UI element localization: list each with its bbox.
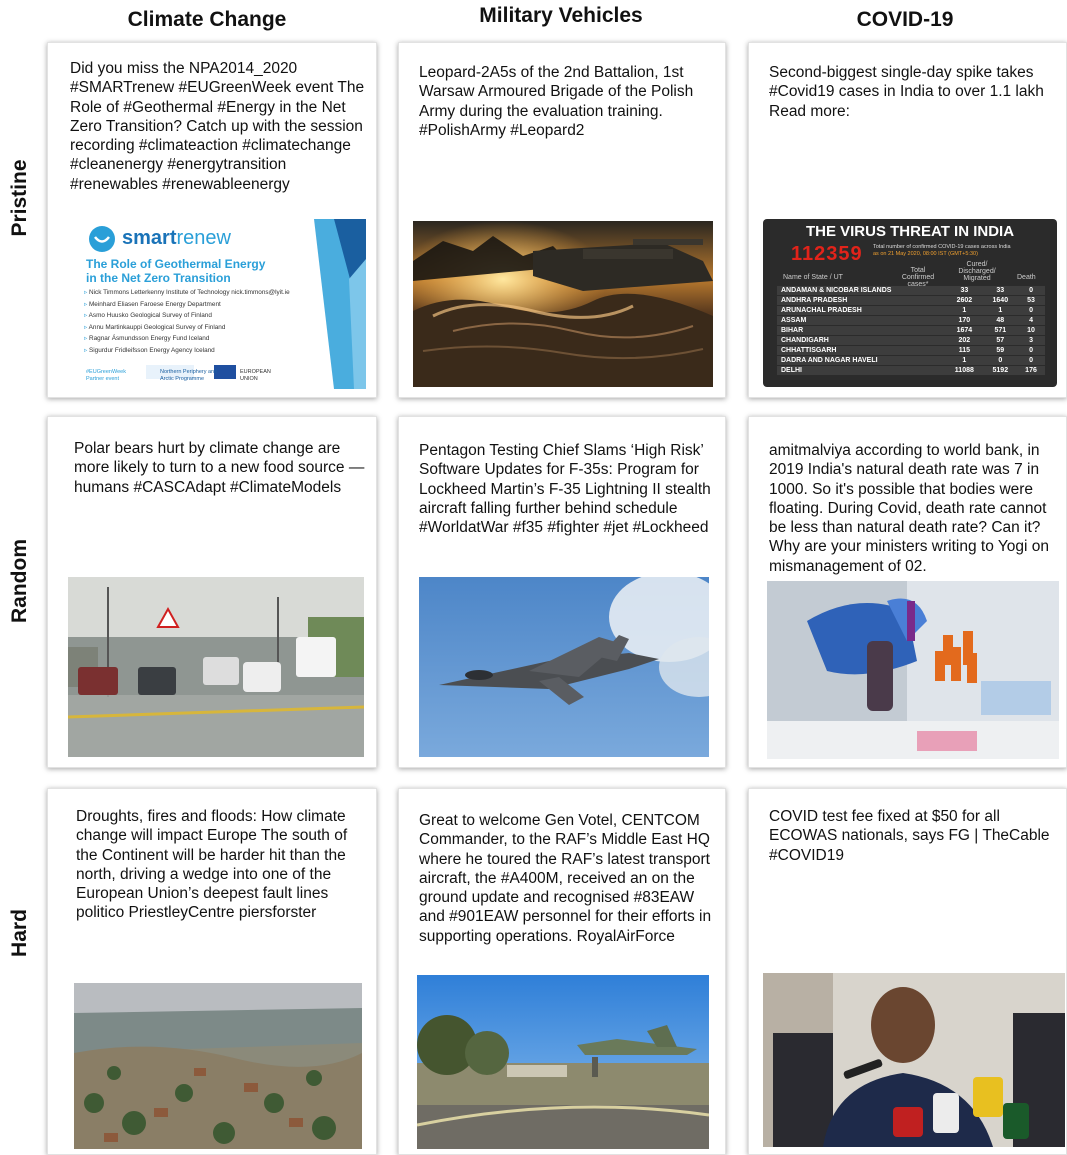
flooded-neighborhood-photo <box>74 983 362 1149</box>
table-row: DADRA AND NAGAR HAVELI 1 0 0 <box>777 356 1045 365</box>
smartrenew-logo: smartrenew <box>122 227 231 249</box>
card-random-covid: amitmalviya according to world bank, in … <box>748 416 1067 768</box>
tweet-text: Did you miss the NPA2014_2020 #SMARTrene… <box>70 60 365 193</box>
card-random-military: Pentagon Testing Chief Slams ‘High Risk’… <box>398 416 726 768</box>
tweet-text: Leopard-2A5s of the 2nd Battalion, 1st W… <box>419 64 694 139</box>
cases-table: ANDAMAN & NICOBAR ISLANDS 33 33 0 ANDHRA PR… <box>777 285 1045 376</box>
column-header-covid: COVID-19 <box>856 8 954 31</box>
row-header-random: Random <box>8 539 31 623</box>
press-conference-photo <box>763 973 1065 1147</box>
card-pristine-climate: Did you miss the NPA2014_2020 #SMARTrene… <box>47 42 377 398</box>
speaker-item: Meinhard Eliasen Faroese Energy Departme… <box>84 299 290 311</box>
table-row: BIHAR 1674 571 10 <box>777 326 1045 335</box>
column-header-military: Military Vehicles <box>479 4 643 27</box>
slide-footer: #EUGreenWeek Partner event <box>86 369 126 382</box>
tweet-text: amitmalviya according to world bank, in … <box>769 442 1049 575</box>
card-pristine-covid: Second-biggest single-day spike takes #C… <box>748 42 1067 398</box>
partner-logo-text: Northern Periphery and Arctic Programme <box>160 369 218 382</box>
lab-pipette-photo <box>767 581 1059 759</box>
table-row: ANDHRA PRADESH 2602 1640 53 <box>777 296 1045 305</box>
tank-in-water-photo <box>413 221 713 387</box>
tweet-text: Great to welcome Gen Votel, CENTCOM Comm… <box>419 812 712 945</box>
total-cases: 112359 <box>791 243 863 265</box>
row-header-pristine: Pristine <box>8 159 31 237</box>
eu-logo-text: EUROPEAN UNION <box>240 369 271 382</box>
card-pristine-military: Leopard-2A5s of the 2nd Battalion, 1st W… <box>398 42 726 398</box>
smartrenew-slide-image: smartrenew The Role of Geothermal Energy… <box>64 219 366 389</box>
card-random-climate: Polar bears hurt by climate change are m… <box>47 416 377 768</box>
table-row: CHHATTISGARH 115 59 0 <box>777 346 1045 355</box>
table-row: CHANDIGARH 202 57 3 <box>777 336 1045 345</box>
airfield-monument-photo <box>417 975 709 1149</box>
table-title: THE VIRUS THREAT IN INDIA <box>805 223 1015 240</box>
card-hard-climate: Droughts, fires and floods: How climate … <box>47 788 377 1155</box>
speaker-item: Ragnar Ásmundsson Energy Fund Iceland <box>84 333 290 345</box>
fighter-jet-photo <box>419 577 709 757</box>
table-row: DELHI 11088 5192 176 <box>777 366 1045 375</box>
table-description: Total number of confirmed COVID-19 cases… <box>873 244 1011 257</box>
tweet-text: Polar bears hurt by climate change are m… <box>74 440 365 496</box>
table-row: ANDAMAN & NICOBAR ISLANDS 33 33 0 <box>777 286 1045 295</box>
speaker-item: Sigurdur Fridleifsson Energy Agency Icel… <box>84 345 290 357</box>
row-header-hard: Hard <box>8 909 31 957</box>
india-virus-table-image: THE VIRUS THREAT IN INDIA 112359 Total n… <box>763 219 1057 387</box>
speaker-item: Nick Timmons Letterkenny Institute of Te… <box>84 287 290 299</box>
slide-title: The Role of Geothermal Energy in the Net… <box>86 257 266 285</box>
tweet-text: Pentagon Testing Chief Slams ‘High Risk’… <box>419 442 711 537</box>
tweet-text: Droughts, fires and floods: How climate … <box>76 808 348 922</box>
speaker-list: Nick Timmons Letterkenny Institute of Te… <box>84 287 290 357</box>
table-row: ASSAM 170 48 4 <box>777 316 1045 325</box>
speaker-item: Asmo Huusko Geological Survey of Finland <box>84 310 290 322</box>
column-header-climate: Climate Change <box>127 8 287 31</box>
tweet-text: Second-biggest single-day spike takes #C… <box>769 64 1044 120</box>
speaker-item: Annu Martinkauppi Geological Survey of F… <box>84 322 290 334</box>
card-hard-covid: COVID test fee fixed at $50 for all ECOW… <box>748 788 1067 1155</box>
table-row: ARUNACHAL PRADESH 1 1 0 <box>777 306 1045 315</box>
flooded-highway-photo <box>68 577 364 757</box>
card-hard-military: Great to welcome Gen Votel, CENTCOM Comm… <box>398 788 726 1155</box>
tweet-text: COVID test fee fixed at $50 for all ECOW… <box>769 808 1050 864</box>
